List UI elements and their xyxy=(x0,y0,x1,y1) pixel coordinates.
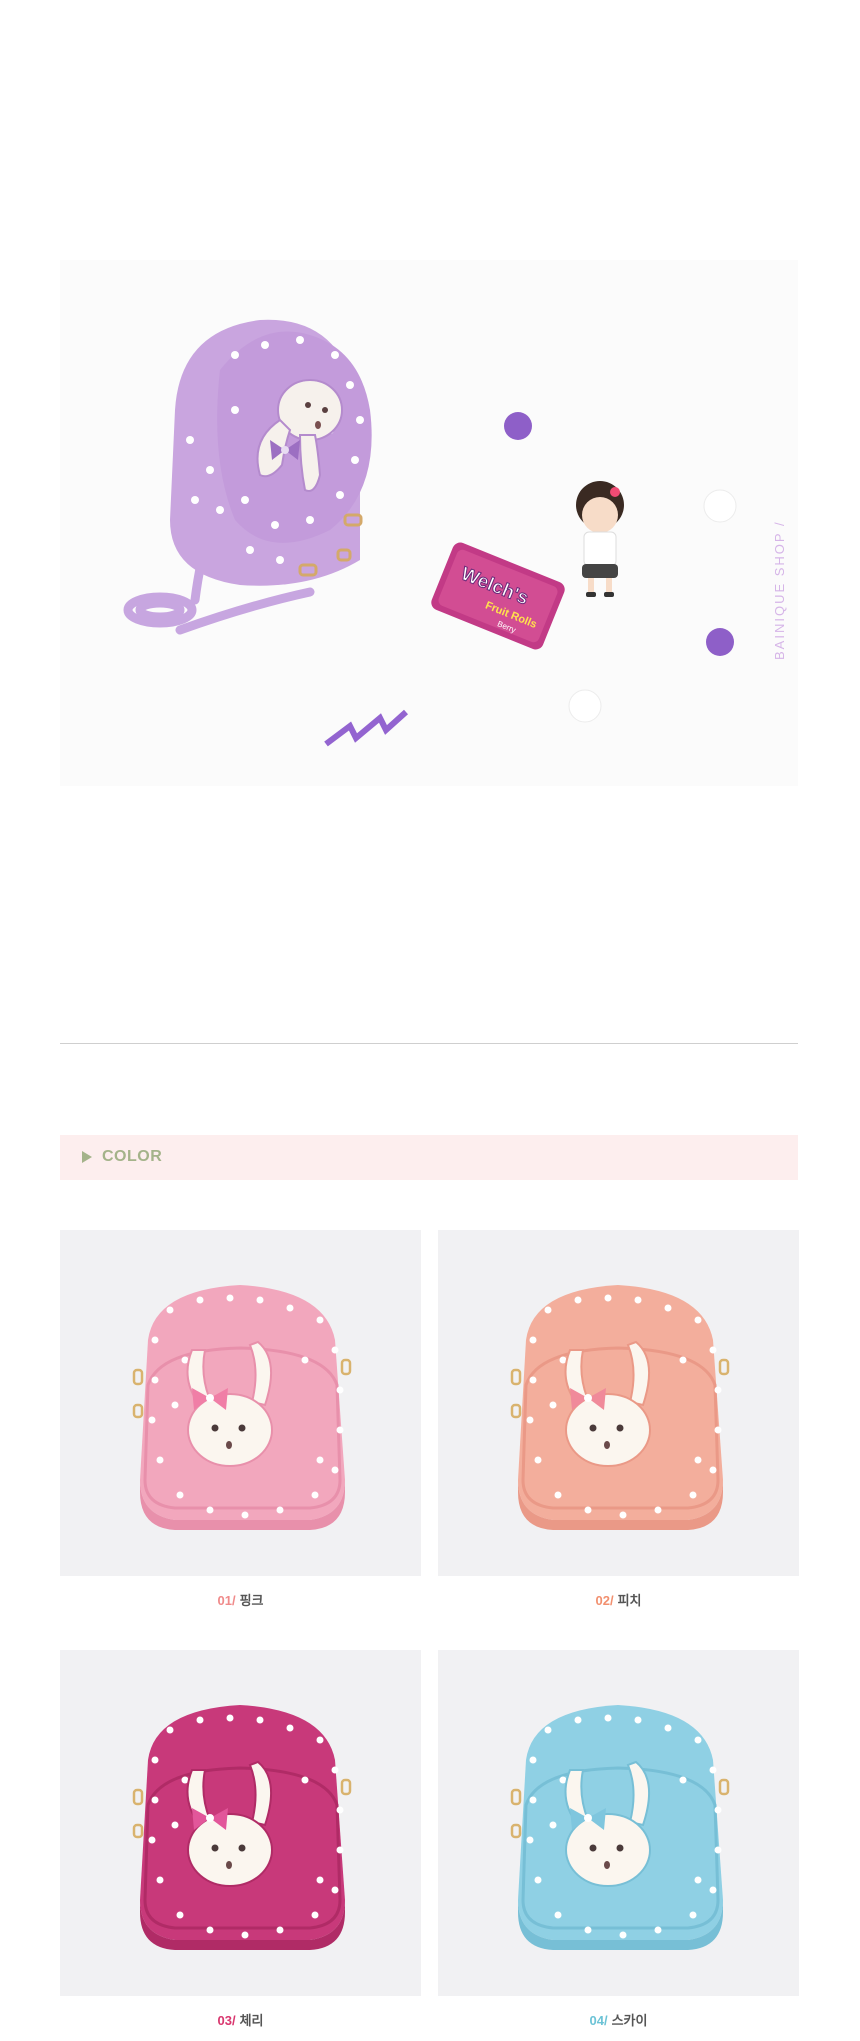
girl-figurine xyxy=(576,481,624,597)
hero-scene: Welch's Fruit Rolls Berry xyxy=(123,319,737,747)
color-option-photo xyxy=(60,1650,421,1996)
color-option-caption: 04/스카이 xyxy=(438,2010,799,2029)
zigzag-decoration xyxy=(324,709,409,747)
white-pompom xyxy=(703,489,737,523)
backpack-image xyxy=(510,1705,730,1950)
color-option-name: 피치 xyxy=(617,1593,642,1608)
color-option-name: 핑크 xyxy=(239,1593,264,1608)
color-option-caption: 01/핑크 xyxy=(60,1590,421,1609)
section-title: COLOR xyxy=(102,1148,163,1165)
color-section-header: COLOR xyxy=(60,1135,798,1180)
color-option-number: 02/ xyxy=(595,1593,614,1608)
backpack-image xyxy=(132,1285,352,1530)
shop-watermark: BAINIQUE SHOP / xyxy=(772,520,787,660)
color-option-photo xyxy=(438,1650,799,1996)
section-divider xyxy=(60,1043,798,1044)
color-option-number: 01/ xyxy=(217,1593,236,1608)
backpack-image xyxy=(510,1285,730,1530)
hero-product-photo: Welch's Fruit Rolls Berry BAINIQUE SHOP … xyxy=(60,260,798,786)
color-option-photo xyxy=(60,1230,421,1576)
backpack-image xyxy=(132,1705,352,1950)
candy-pack: Welch's Fruit Rolls Berry xyxy=(431,542,565,650)
color-option-photo xyxy=(438,1230,799,1576)
triangle-right-icon xyxy=(82,1151,92,1163)
color-option-caption: 02/피치 xyxy=(438,1590,799,1609)
color-option-name: 스카이 xyxy=(611,2013,648,2028)
purple-pompom xyxy=(706,628,734,656)
color-option-name: 체리 xyxy=(239,2013,264,2028)
color-option-number: 04/ xyxy=(589,2013,608,2028)
white-pompom xyxy=(568,689,602,723)
color-option-caption: 03/체리 xyxy=(60,2010,421,2029)
color-option-number: 03/ xyxy=(217,2013,236,2028)
purple-pompom xyxy=(504,412,532,440)
